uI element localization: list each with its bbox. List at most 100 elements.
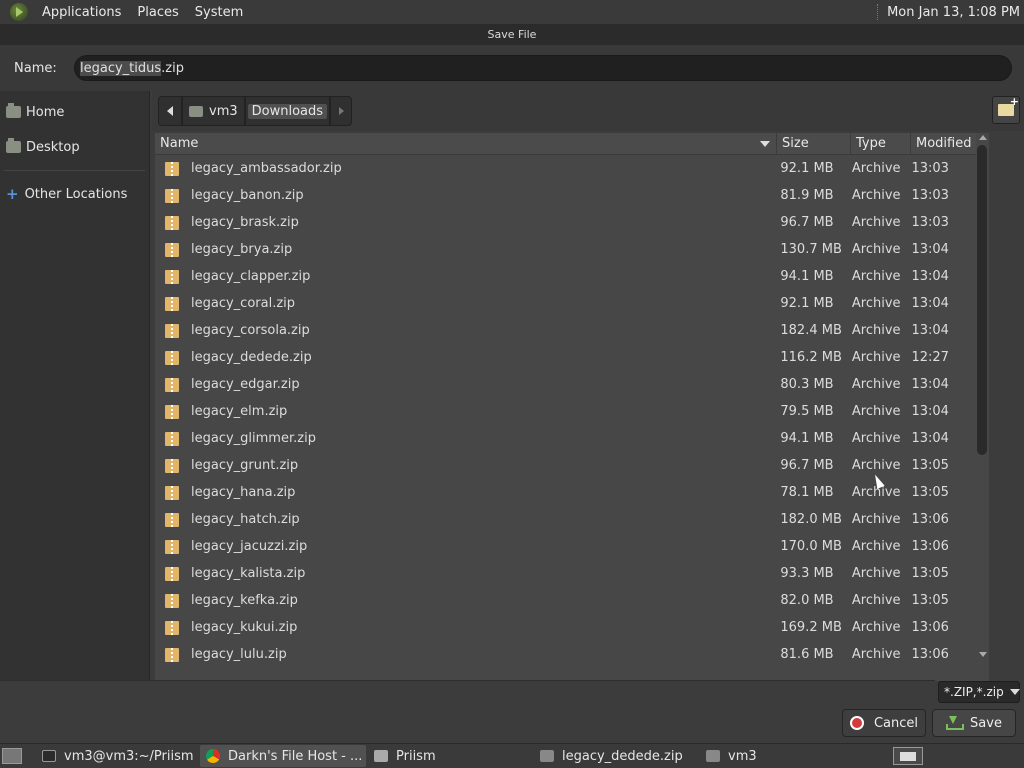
task-priism-folder[interactable]: Priism (368, 745, 534, 767)
file-modified: 13:03 (911, 215, 949, 230)
file-name: legacy_hana.zip (191, 485, 296, 500)
task-archive[interactable]: legacy_dedede.zip (534, 745, 700, 767)
zip-archive-icon (165, 161, 179, 176)
zip-archive-icon (165, 566, 179, 581)
file-list[interactable]: Name Size Type Modified legacy_ambassado… (155, 133, 989, 681)
file-type: Archive (851, 323, 901, 338)
scroll-down-arrow-icon[interactable] (979, 652, 987, 657)
workspace-switcher[interactable] (893, 747, 923, 765)
file-type: Archive (851, 458, 901, 473)
menu-places[interactable]: Places (129, 5, 186, 20)
file-row[interactable]: legacy_elm.zip 79.5 MB Archive 13:04 (155, 398, 975, 425)
task-label: Priism (396, 748, 436, 764)
file-modified: 13:05 (911, 593, 949, 608)
file-row[interactable]: legacy_brask.zip 96.7 MB Archive 13:03 (155, 209, 975, 236)
file-name: legacy_edgar.zip (191, 377, 300, 392)
scroll-up-arrow-icon[interactable] (979, 135, 987, 140)
file-type: Archive (851, 188, 901, 203)
file-row[interactable]: legacy_edgar.zip 80.3 MB Archive 13:04 (155, 371, 975, 398)
clock[interactable]: Mon Jan 13, 1:08 PM (887, 5, 1024, 20)
filename-input[interactable]: legacy_tidus .zip (74, 55, 1012, 81)
zip-archive-icon (165, 404, 179, 419)
task-terminal[interactable]: vm3@vm3:~/Priism (36, 745, 196, 767)
file-row[interactable]: legacy_kukui.zip 169.2 MB Archive 13:06 (155, 614, 975, 641)
cancel-button[interactable]: Cancel (842, 709, 926, 737)
file-row[interactable]: legacy_brya.zip 130.7 MB Archive 13:04 (155, 236, 975, 263)
file-row[interactable]: legacy_corsola.zip 182.4 MB Archive 13:04 (155, 317, 975, 344)
file-name-cell: legacy_ambassador.zip (155, 161, 772, 176)
zip-archive-icon (165, 323, 179, 338)
column-header-modified[interactable]: Modified (911, 133, 981, 154)
zip-archive-icon (165, 620, 179, 635)
file-size: 94.1 MB (780, 269, 834, 284)
file-row[interactable]: legacy_banon.zip 81.9 MB Archive 13:03 (155, 182, 975, 209)
file-size: 81.9 MB (780, 188, 834, 203)
show-desktop-icon[interactable] (2, 748, 22, 764)
sidebar-item-other-locations[interactable]: + Other Locations (0, 177, 149, 211)
file-row[interactable]: legacy_hana.zip 78.1 MB Archive 13:05 (155, 479, 975, 506)
path-segment-downloads[interactable]: Downloads (247, 103, 328, 119)
file-size: 81.6 MB (780, 647, 834, 662)
file-modified: 13:03 (911, 161, 949, 176)
file-row[interactable]: legacy_kefka.zip 82.0 MB Archive 13:05 (155, 587, 975, 614)
desktop-folder-icon (6, 138, 21, 153)
file-row[interactable]: legacy_kalista.zip 93.3 MB Archive 13:05 (155, 560, 975, 587)
file-row[interactable]: legacy_jacuzzi.zip 170.0 MB Archive 13:06 (155, 533, 975, 560)
column-header-label: Size (782, 136, 809, 151)
file-list-scrollbar[interactable] (976, 133, 989, 659)
new-folder-icon (998, 95, 1019, 116)
file-name-cell: legacy_kalista.zip (155, 566, 772, 581)
menu-system[interactable]: System (187, 5, 251, 20)
file-row[interactable]: legacy_clapper.zip 94.1 MB Archive 13:04 (155, 263, 975, 290)
file-name-cell: legacy_dedede.zip (155, 350, 772, 365)
file-row[interactable]: legacy_lulu.zip 81.6 MB Archive 13:06 (155, 641, 975, 668)
distro-logo-icon[interactable] (10, 3, 28, 21)
top-panel: Applications Places System Mon Jan 13, 1… (0, 0, 1024, 25)
bottom-divider (0, 680, 935, 681)
zip-archive-icon (165, 539, 179, 554)
column-header-size[interactable]: Size (777, 133, 851, 154)
menu-applications[interactable]: Applications (34, 5, 129, 20)
new-folder-button[interactable] (992, 95, 1020, 124)
task-browser[interactable]: Darkn's File Host - ... (200, 745, 366, 767)
file-row[interactable]: legacy_glimmer.zip 94.1 MB Archive 13:04 (155, 425, 975, 452)
file-name: legacy_brask.zip (191, 215, 299, 230)
cancel-label: Cancel (873, 715, 919, 731)
file-size: 96.7 MB (780, 215, 834, 230)
file-row[interactable]: legacy_ambassador.zip 92.1 MB Archive 13:03 (155, 155, 975, 182)
task-vm3-folder[interactable]: vm3 (700, 745, 850, 767)
path-segment-downloads-wrap[interactable]: Downloads (244, 96, 331, 126)
save-button[interactable]: Save (932, 709, 1016, 737)
path-segment-vm3[interactable]: vm3 (182, 96, 245, 126)
path-forward-button[interactable] (330, 96, 353, 126)
scrollbar-thumb[interactable] (977, 145, 987, 455)
filter-label: *.ZIP,*.zip (944, 685, 1004, 699)
file-name-cell: legacy_clapper.zip (155, 269, 772, 284)
sidebar-item-desktop[interactable]: Desktop (0, 130, 149, 164)
file-modified: 13:06 (911, 647, 949, 662)
file-name-cell: legacy_edgar.zip (155, 377, 772, 392)
sidebar-item-label: Other Locations (24, 186, 128, 202)
download-icon (946, 716, 965, 730)
file-name-cell: legacy_kefka.zip (155, 593, 772, 608)
file-modified: 13:04 (911, 296, 949, 311)
save-file-dialog: Save File Name: legacy_tidus .zip Home De… (0, 25, 1024, 743)
file-type-filter[interactable]: *.ZIP,*.zip (938, 681, 1020, 703)
file-row[interactable]: legacy_dedede.zip 116.2 MB Archive 12:27 (155, 344, 975, 371)
zip-archive-icon (165, 512, 179, 527)
file-type: Archive (851, 620, 901, 635)
file-row[interactable]: legacy_grunt.zip 96.7 MB Archive 13:05 (155, 452, 975, 479)
sidebar-item-home[interactable]: Home (0, 95, 149, 129)
column-header-name[interactable]: Name (155, 133, 777, 154)
file-name: legacy_hatch.zip (191, 512, 300, 527)
file-type: Archive (851, 431, 901, 446)
column-header-type[interactable]: Type (851, 133, 911, 154)
file-name-cell: legacy_hana.zip (155, 485, 772, 500)
file-name: legacy_coral.zip (191, 296, 296, 311)
filename-extension-text: .zip (161, 60, 184, 76)
file-row[interactable]: legacy_coral.zip 92.1 MB Archive 13:04 (155, 290, 975, 317)
file-size: 182.4 MB (780, 323, 842, 338)
file-row[interactable]: legacy_hatch.zip 182.0 MB Archive 13:06 (155, 506, 975, 533)
file-modified: 13:04 (911, 404, 949, 419)
path-back-button[interactable] (158, 96, 182, 126)
